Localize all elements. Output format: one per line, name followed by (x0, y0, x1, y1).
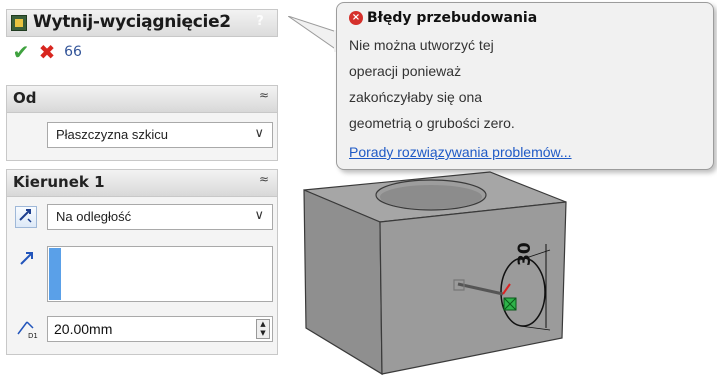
start-condition-value: Płaszczyzna szkicu (56, 127, 168, 142)
help-button[interactable]: ? (251, 13, 269, 31)
direction-vector-icon (17, 248, 37, 268)
model-viewport[interactable]: 30 (298, 168, 598, 378)
direction1-group-title: Kierunek 1 (13, 173, 105, 191)
feature-title-bar: Wytnij-wyciągnięcie2 ? (6, 9, 278, 37)
from-group-header[interactable]: Od ≈ (7, 86, 277, 113)
depth-spinner[interactable]: ▲ ▼ (256, 319, 270, 339)
balloon-pointer (288, 16, 338, 52)
reverse-direction-arrow-icon (19, 209, 32, 223)
depth-input[interactable]: 20.00mm ▲ ▼ (47, 316, 273, 342)
from-group-title: Od (13, 89, 37, 107)
error-icon: × (349, 11, 363, 25)
spin-up-icon[interactable]: ▲ (257, 320, 269, 329)
chevron-down-icon: ∨ (254, 208, 264, 223)
collapse-icon[interactable]: ≈ (259, 172, 269, 186)
balloon-line-2: operacji ponieważ (349, 63, 462, 79)
ok-button[interactable]: ✔ (10, 41, 32, 63)
top-hole-inner (380, 185, 482, 209)
svg-text:D1: D1 (28, 332, 38, 340)
chevron-down-icon: ∨ (254, 126, 264, 141)
feature-title: Wytnij-wyciągnięcie2 (33, 12, 231, 32)
direction1-group-header[interactable]: Kierunek 1 ≈ (7, 170, 277, 197)
spin-down-icon[interactable]: ▼ (257, 329, 269, 338)
cancel-button[interactable]: ✖ (36, 41, 58, 63)
depth-value: 20.00mm (54, 321, 113, 337)
selection-indicator (49, 248, 61, 300)
direction-selection-box[interactable] (47, 246, 273, 302)
property-manager: Wytnij-wyciągnięcie2 ? ✔ ✖ 66 Od ≈ Płasz… (2, 3, 282, 355)
end-condition-value: Na odległość (56, 209, 132, 224)
balloon-title: Błędy przebudowania (367, 10, 538, 26)
cut-extrude-icon (11, 15, 27, 31)
start-condition-select[interactable]: Płaszczyzna szkicu ∨ (47, 122, 273, 148)
troubleshooting-link[interactable]: Porady rozwiązywania problemów... (349, 144, 572, 160)
dimension-30[interactable]: 30 (515, 242, 535, 266)
collapse-icon[interactable]: ≈ (259, 88, 269, 102)
balloon-line-1: Nie można utworzyć tej (349, 37, 494, 53)
rebuild-error-balloon: × Błędy przebudowania Nie można utworzyć… (336, 2, 714, 170)
balloon-line-3: zakończyłaby się ona (349, 89, 483, 105)
from-group: Od ≈ Płaszczyzna szkicu ∨ (6, 85, 278, 161)
detailed-preview-button[interactable]: 66 (62, 41, 84, 63)
direction1-group: Kierunek 1 ≈ Na odległość ∨ D1 20.00mm ▲… (6, 169, 278, 355)
cube-left-face (303, 189, 383, 376)
end-condition-select[interactable]: Na odległość ∨ (47, 204, 273, 230)
balloon-line-4: geometrią o grubości zero. (349, 115, 515, 131)
reverse-direction-icon[interactable] (15, 206, 37, 228)
depth-d1-icon: D1 (15, 316, 39, 340)
